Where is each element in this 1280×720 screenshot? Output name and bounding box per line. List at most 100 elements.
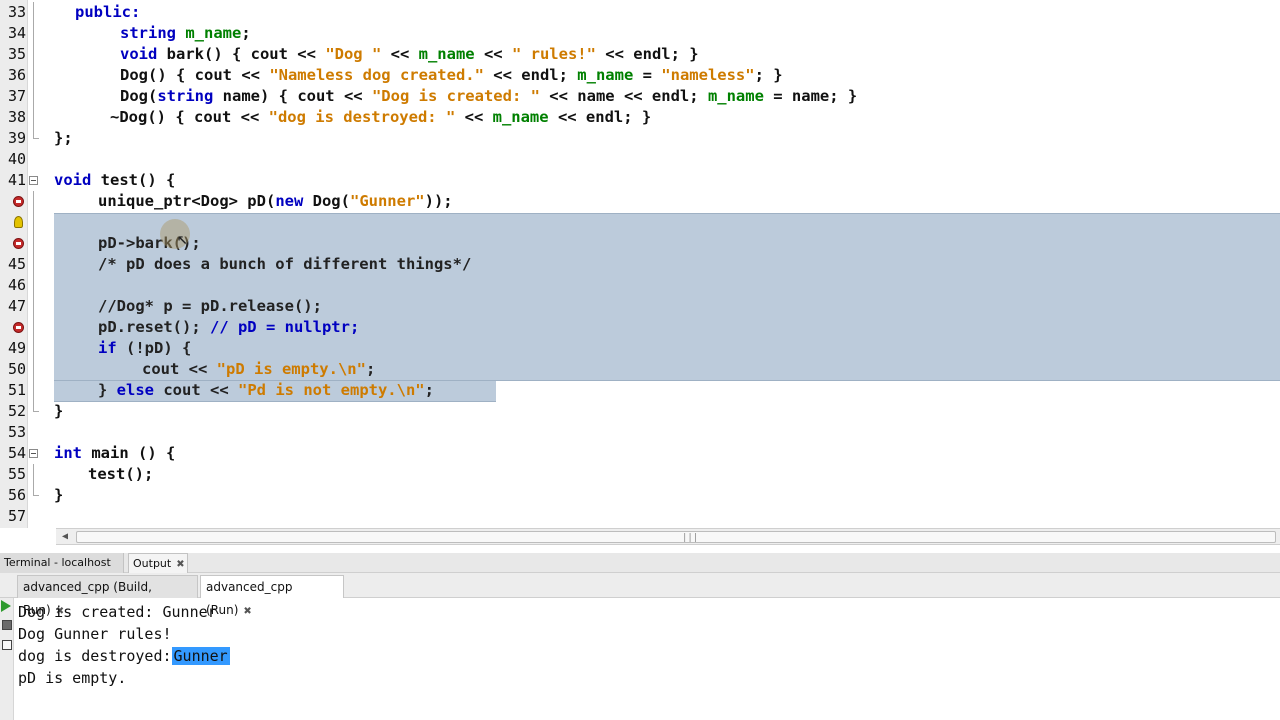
line-number: 33 bbox=[7, 3, 26, 21]
line-number: 39 bbox=[7, 129, 26, 147]
rerun-icon[interactable] bbox=[1, 600, 11, 612]
fold-guide bbox=[33, 317, 34, 338]
code-line-40: 40 bbox=[0, 149, 1280, 170]
output-selection: Gunner bbox=[171, 647, 230, 665]
code-line-42: unique_ptr<Dog> pD(new Dog("Gunner")); bbox=[0, 191, 1280, 212]
subtab-run[interactable]: advanced_cpp (Run) ✖ bbox=[200, 575, 344, 617]
line-number: 50 bbox=[7, 360, 26, 378]
code-comment: //Dog* p = pD.release(); bbox=[98, 297, 322, 315]
code-text: string m_name; bbox=[120, 24, 251, 42]
line-number: 49 bbox=[7, 339, 26, 357]
fold-guide bbox=[33, 233, 34, 254]
code-text: Dog() { cout << "Nameless dog created." … bbox=[120, 66, 783, 84]
line-number: 45 bbox=[7, 255, 26, 273]
code-text: int main () { bbox=[54, 444, 176, 462]
fold-end-marker bbox=[33, 401, 39, 412]
output-line: dog is destroyed: Gunner bbox=[18, 645, 1278, 667]
line-number: 47 bbox=[7, 297, 26, 315]
output-text: dog is destroyed: bbox=[18, 647, 172, 665]
output-line: Dog is created: Gunner bbox=[18, 603, 217, 621]
horizontal-scrollbar[interactable]: ◀ ||| bbox=[56, 528, 1280, 545]
line-number: 35 bbox=[7, 45, 26, 63]
line-number: 55 bbox=[7, 465, 26, 483]
code-line-38: 38 ~Dog() { cout << "dog is destroyed: "… bbox=[0, 107, 1280, 128]
fold-end-marker bbox=[33, 128, 39, 139]
code-text: unique_ptr<Dog> pD(new Dog("Gunner")); bbox=[98, 192, 453, 210]
tab-terminal[interactable]: Terminal - localhost bbox=[0, 553, 124, 573]
fold-toggle-icon[interactable] bbox=[29, 176, 38, 185]
code-text: ~Dog() { cout << "dog is destroyed: " <<… bbox=[110, 108, 652, 126]
code-line-47: 47 //Dog* p = pD.release(); bbox=[0, 296, 1280, 317]
fold-guide bbox=[33, 212, 34, 233]
code-comment: /* pD does a bunch of different things*/ bbox=[98, 255, 472, 273]
fold-guide bbox=[33, 44, 34, 65]
scrollbar-thumb[interactable]: ||| bbox=[76, 531, 1276, 543]
fold-guide bbox=[33, 359, 34, 380]
line-number: 38 bbox=[7, 108, 26, 126]
output-subtab-bar: advanced_cpp (Build, Run) ✖ advanced_cpp … bbox=[0, 573, 1280, 617]
line-number: 36 bbox=[7, 66, 26, 84]
fold-guide bbox=[33, 296, 34, 317]
fold-guide bbox=[33, 107, 34, 128]
mouse-pointer-icon: ↖ bbox=[177, 228, 188, 249]
code-line-57: 57 bbox=[0, 506, 1280, 527]
clear-output-icon[interactable] bbox=[2, 640, 12, 650]
fold-guide bbox=[33, 65, 34, 86]
stop-icon[interactable] bbox=[2, 620, 12, 630]
output-line: Dog Gunner rules! bbox=[18, 625, 172, 643]
code-line-35: 35 void bark() { cout << "Dog " << m_nam… bbox=[0, 44, 1280, 65]
tab-label: Output bbox=[133, 557, 172, 570]
fold-toggle-icon[interactable] bbox=[29, 449, 38, 458]
code-text: void test() { bbox=[54, 171, 176, 189]
grip-icon: ||| bbox=[682, 533, 699, 543]
code-line-45: 45 /* pD does a bunch of different thing… bbox=[0, 254, 1280, 275]
code-text: cout << "pD is empty.\n"; bbox=[142, 360, 376, 378]
line-number: 37 bbox=[7, 87, 26, 105]
code-line-34: 34 string m_name; bbox=[0, 23, 1280, 44]
fold-guide bbox=[33, 338, 34, 359]
code-text: public: bbox=[75, 3, 141, 21]
line-number: 51 bbox=[7, 381, 26, 399]
error-icon[interactable] bbox=[13, 238, 24, 249]
fold-guide bbox=[33, 86, 34, 107]
code-text: pD.reset(); // pD = nullptr; bbox=[98, 318, 360, 336]
code-line-49: 49 if (!pD) { bbox=[0, 338, 1280, 359]
lightbulb-hint-icon[interactable] bbox=[14, 216, 23, 228]
code-line-52: 52 } bbox=[0, 401, 1280, 422]
fold-guide bbox=[33, 2, 34, 23]
fold-guide bbox=[33, 380, 34, 401]
line-number: 34 bbox=[7, 24, 26, 42]
code-line-48: pD.reset(); // pD = nullptr; bbox=[0, 317, 1280, 338]
code-text: Dog(string name) { cout << "Dog is creat… bbox=[120, 87, 858, 105]
output-console[interactable]: Dog is created: Gunner Dog Gunner rules!… bbox=[18, 601, 1278, 689]
line-number: 57 bbox=[7, 507, 26, 525]
code-line-43 bbox=[0, 212, 1280, 233]
tab-label: Terminal - localhost bbox=[4, 556, 111, 569]
line-number: 56 bbox=[7, 486, 26, 504]
scroll-left-icon[interactable]: ◀ bbox=[58, 531, 72, 543]
close-icon[interactable]: ✖ bbox=[176, 559, 184, 570]
error-icon[interactable] bbox=[13, 322, 24, 333]
code-editor[interactable]: 33 public: 34 string m_name; 35 void bar… bbox=[0, 0, 1280, 528]
fold-guide bbox=[33, 464, 34, 485]
code-text: } bbox=[54, 402, 64, 420]
code-line-44: pD->bark(); bbox=[0, 233, 1280, 254]
code-text: } bbox=[54, 486, 64, 504]
code-line-36: 36 Dog() { cout << "Nameless dog created… bbox=[0, 65, 1280, 86]
subtab-build-run[interactable]: advanced_cpp (Build, Run) ✖ bbox=[17, 575, 198, 617]
tab-output[interactable]: Output ✖ bbox=[128, 553, 188, 573]
code-line-41: 41 void test() { bbox=[0, 170, 1280, 191]
error-icon[interactable] bbox=[13, 196, 24, 207]
code-line-56: 56 } bbox=[0, 485, 1280, 506]
line-number: 53 bbox=[7, 423, 26, 441]
code-text: } else cout << "Pd is not empty.\n"; bbox=[98, 381, 434, 399]
code-text: if (!pD) { bbox=[98, 339, 192, 357]
fold-guide bbox=[33, 191, 34, 212]
fold-end-marker bbox=[33, 485, 39, 496]
fold-guide bbox=[33, 23, 34, 44]
code-text: }; bbox=[54, 129, 73, 147]
code-line-55: 55 test(); bbox=[0, 464, 1280, 485]
code-line-50: 50 cout << "pD is empty.\n"; bbox=[0, 359, 1280, 380]
code-text: void bark() { cout << "Dog " << m_name <… bbox=[120, 45, 699, 63]
code-line-33: 33 public: bbox=[0, 2, 1280, 23]
